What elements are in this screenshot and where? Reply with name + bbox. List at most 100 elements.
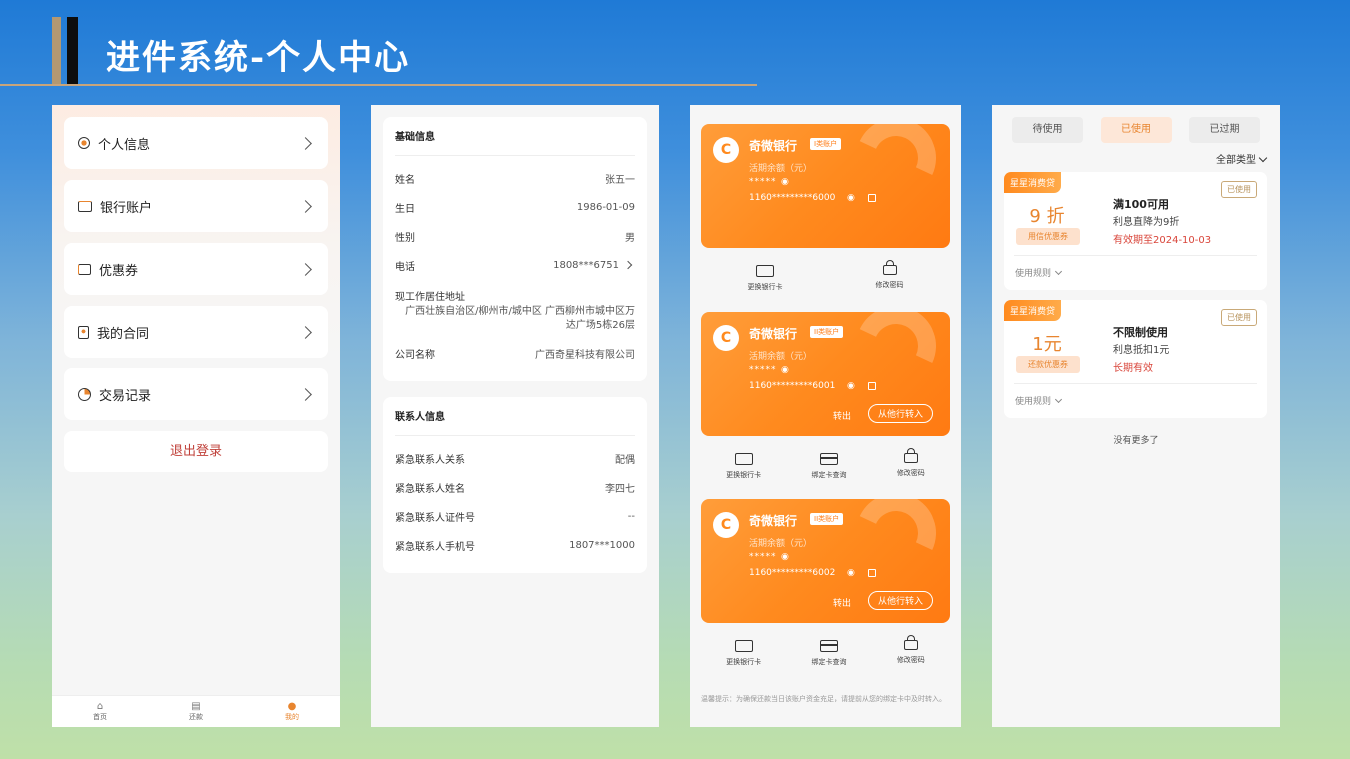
info-row-phone[interactable]: 电话 1808***6751 — [395, 251, 635, 280]
eye-icon[interactable]: ◉ — [781, 365, 789, 375]
coupon-condition: 不限制使用 — [1113, 326, 1168, 339]
phone-personal-center: 个人信息 银行账户 优惠券 我的合同 交易记录 退出登录 ⌂ 首页 ▤ 还款 ● 我的 — [52, 105, 340, 727]
basic-info-card: 基础信息 姓名 张五一 生日 1986-01-09 性别 男 电话 1808***675… — [383, 117, 647, 381]
coupon-card[interactable]: 星星消费贷 1元 还款优惠券 不限制使用 利息抵扣1元 长期有效 已使用 使用规… — [1004, 300, 1267, 418]
change-password-button[interactable]: 修改密码 — [876, 260, 904, 292]
account-number: 1160*********6001 — [749, 381, 836, 391]
change-password-button[interactable]: 修改密码 — [896, 635, 925, 667]
field-value: -- — [627, 511, 635, 522]
phone-bank-accounts: C 奇微银行 I类账户 活期余额（元） ***** ◉ 1160********… — [690, 105, 961, 727]
card-actions: 更换银行卡 修改密码 — [701, 260, 950, 292]
menu-personal-info[interactable]: 个人信息 — [64, 117, 328, 169]
usage-rules-toggle[interactable]: 使用规则 — [1015, 266, 1063, 279]
transfer-out-button[interactable]: 转出 — [833, 596, 851, 609]
bank-name: 奇微银行 — [749, 327, 798, 341]
card-decoration — [844, 312, 948, 398]
action-label: 修改密码 — [896, 656, 925, 664]
change-password-button[interactable]: 修改密码 — [896, 448, 925, 480]
bank-logo-icon: C — [713, 325, 739, 351]
bind-card-query-button[interactable]: 绑定卡查询 — [811, 640, 846, 667]
transfer-in-button[interactable]: 从他行转入 — [868, 591, 934, 610]
bank-card[interactable]: C 奇微银行 II类账户 活期余额（元） ***** ◉ 1160*******… — [701, 499, 950, 623]
transfer-out-button[interactable]: 转出 — [833, 409, 851, 422]
change-card-button[interactable]: 更换银行卡 — [748, 265, 783, 292]
tab-unused[interactable]: 待使用 — [1012, 117, 1083, 143]
bank-card[interactable]: C 奇微银行 I类账户 活期余额（元） ***** ◉ 1160********… — [701, 124, 950, 248]
balance-label: 活期余额（元） — [749, 539, 813, 549]
action-label: 修改密码 — [896, 469, 925, 477]
tab-repay[interactable]: ▤ 还款 — [148, 696, 244, 727]
title-underline — [0, 84, 757, 86]
bank-logo-icon: C — [713, 137, 739, 163]
coupon-card[interactable]: 星星消费贷 9 折 用信优惠券 满100可用 利息直降为9折 有效期至2024-… — [1004, 172, 1267, 290]
field-label: 生日 — [395, 204, 415, 215]
profile-icon: ● — [287, 701, 297, 712]
menu-label: 银行账户 — [100, 200, 153, 216]
field-value: 配偶 — [615, 455, 635, 466]
chevron-right-icon — [299, 325, 312, 339]
tab-mine[interactable]: ● 我的 — [244, 696, 340, 727]
home-icon: ⌂ — [96, 701, 104, 712]
menu-coupon[interactable]: 优惠券 — [64, 243, 328, 295]
bind-card-query-button[interactable]: 绑定卡查询 — [811, 453, 846, 480]
coupon-type: 用信优惠券 — [1016, 228, 1080, 245]
menu-label: 优惠券 — [99, 263, 139, 279]
menu-contract[interactable]: 我的合同 — [64, 306, 328, 358]
divider — [1014, 383, 1257, 384]
eye-icon[interactable]: ◉ — [847, 193, 855, 203]
address-label: 现工作居住地址 — [395, 292, 465, 303]
info-row-birthday: 生日 1986-01-09 — [395, 193, 635, 222]
copy-icon[interactable] — [868, 194, 876, 202]
card-actions: 更换银行卡 绑定卡查询 修改密码 — [701, 635, 950, 667]
logout-button[interactable]: 退出登录 — [64, 431, 328, 472]
lock-icon — [882, 260, 897, 275]
action-label: 绑定卡查询 — [811, 471, 847, 479]
field-label: 姓名 — [395, 175, 415, 186]
title-bar-black — [67, 17, 78, 84]
contract-icon — [78, 325, 89, 339]
usage-rules-toggle[interactable]: 使用规则 — [1015, 394, 1063, 407]
contact-row-relation: 紧急联系人关系 配偶 — [395, 444, 635, 473]
card-swap-icon — [734, 453, 753, 465]
phone-personal-info: 基础信息 姓名 张五一 生日 1986-01-09 性别 男 电话 1808***675… — [371, 105, 659, 727]
field-label: 紧急联系人证件号 — [395, 513, 475, 524]
menu-transactions[interactable]: 交易记录 — [64, 368, 328, 420]
change-card-button[interactable]: 更换银行卡 — [726, 640, 761, 667]
tab-expired[interactable]: 已过期 — [1189, 117, 1260, 143]
bank-card[interactable]: C 奇微银行 II类账户 活期余额（元） ***** ◉ 1160*******… — [701, 312, 950, 436]
tab-label: 我的 — [285, 713, 299, 721]
tab-used[interactable]: 已使用 — [1100, 117, 1172, 143]
contact-row-name: 紧急联系人姓名 李四七 — [395, 473, 635, 502]
phone-coupons: 待使用 已使用 已过期 全部类型 星星消费贷 9 折 用信优惠券 满100可用 … — [992, 105, 1280, 727]
transfer-in-button[interactable]: 从他行转入 — [868, 404, 934, 423]
filter-label: 全部类型 — [1216, 155, 1256, 166]
field-value: 广西奇星科技有限公司 — [535, 350, 635, 361]
change-card-button[interactable]: 更换银行卡 — [726, 453, 761, 480]
action-label: 更换银行卡 — [726, 471, 762, 479]
card-icon — [819, 640, 838, 652]
bank-name: 奇微银行 — [749, 139, 798, 153]
eye-icon[interactable]: ◉ — [847, 568, 855, 578]
balance-masked: ***** — [749, 552, 777, 562]
account-number: 1160*********6000 — [749, 193, 836, 203]
account-number: 1160*********6002 — [749, 568, 836, 578]
type-filter-dropdown[interactable]: 全部类型 — [1216, 151, 1268, 166]
field-label: 公司名称 — [395, 350, 435, 361]
eye-icon[interactable]: ◉ — [847, 381, 855, 391]
coupon-desc: 利息抵扣1元 — [1113, 345, 1170, 356]
action-label: 更换银行卡 — [726, 658, 762, 666]
used-status-badge: 已使用 — [1221, 309, 1257, 326]
tab-home[interactable]: ⌂ 首页 — [52, 696, 148, 727]
coupon-validity: 有效期至2024-10-03 — [1113, 235, 1212, 246]
menu-label: 个人信息 — [98, 137, 151, 153]
field-label: 紧急联系人手机号 — [395, 542, 475, 553]
menu-bank-account[interactable]: 银行账户 — [64, 180, 328, 232]
field-value: 男 — [625, 233, 635, 244]
coupon-amount: 1元 — [1032, 334, 1062, 355]
field-value-wrap: 1808***6751 — [553, 260, 635, 271]
copy-icon[interactable] — [868, 569, 876, 577]
eye-icon[interactable]: ◉ — [781, 552, 789, 562]
eye-icon[interactable]: ◉ — [781, 177, 789, 187]
copy-icon[interactable] — [868, 382, 876, 390]
account-type-badge: I类账户 — [810, 138, 842, 150]
